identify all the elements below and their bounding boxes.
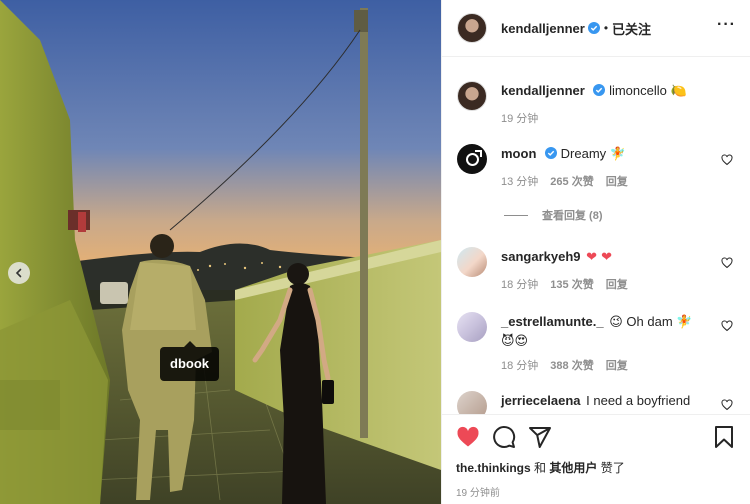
view-replies-button[interactable]: 查看回复 (8): [504, 207, 735, 223]
night-street-scene: [0, 0, 441, 504]
comment-text: Oh dam: [626, 314, 673, 329]
header-separator: •: [603, 21, 609, 35]
comment-likes[interactable]: 265 次赞: [550, 173, 593, 189]
header-username[interactable]: kendalljenner: [501, 21, 585, 36]
avatar[interactable]: [457, 144, 487, 174]
post-header: kendalljenner • 已关注 ···: [442, 0, 750, 57]
lemon-emoji: 🍋: [670, 84, 687, 99]
share-icon[interactable]: [528, 425, 552, 449]
post-side-panel: kendalljenner • 已关注 ··· kendalljenner li…: [441, 0, 750, 504]
post-timestamp[interactable]: 19 分钟前: [456, 484, 736, 499]
comment-username[interactable]: moon: [501, 146, 536, 161]
heart-emoji: ❤ ❤: [586, 250, 613, 265]
more-icon[interactable]: ···: [717, 17, 736, 36]
caption-username[interactable]: kendalljenner: [501, 83, 585, 98]
caption: kendalljenner limoncello 🍋 19 分钟: [457, 81, 735, 126]
comment-username[interactable]: jerriecelaena: [501, 393, 581, 408]
comment-text: I need a boyfriend: [586, 393, 691, 408]
heart-icon[interactable]: [721, 154, 733, 166]
bookmark-icon[interactable]: [712, 425, 736, 449]
caption-time: 19 分钟: [501, 113, 539, 125]
reply-button[interactable]: 回复: [606, 357, 628, 373]
comment-icon[interactable]: [492, 425, 516, 449]
caption-text: limoncello: [609, 83, 667, 98]
view-replies-label: 查看回复 (8): [542, 210, 603, 222]
heart-icon[interactable]: [721, 320, 733, 332]
emoji-line: 😈😍: [501, 334, 529, 349]
avatar[interactable]: [457, 13, 487, 43]
comment-row: _estrellamunte._ 😉 Oh dam 🧚 😈😍 18 分钟 388…: [457, 312, 735, 373]
header-user-info: kendalljenner • 已关注: [501, 19, 717, 38]
comment-username[interactable]: sangarkyeh9: [501, 249, 581, 264]
comments-list[interactable]: kendalljenner limoncello 🍋 19 分钟 moon Dr…: [442, 57, 750, 414]
comment-time: 18 分钟: [501, 360, 539, 372]
avatar[interactable]: [457, 312, 487, 342]
fairy-emoji: 🧚: [676, 315, 693, 330]
comment-likes[interactable]: 135 次赞: [550, 276, 593, 292]
following-button[interactable]: 已关注: [612, 19, 651, 38]
heart-icon[interactable]: [721, 257, 733, 269]
post-actions: the.thinkings 和 其他用户 赞了 19 分钟前: [442, 414, 750, 504]
comment-time: 13 分钟: [501, 176, 539, 188]
avatar[interactable]: [457, 81, 487, 111]
likes-and: 和: [534, 461, 547, 475]
chevron-left-icon: [15, 268, 22, 278]
comment-username[interactable]: _estrellamunte._: [501, 314, 604, 329]
comment-row: sangarkyeh9 ❤ ❤ 18 分钟 135 次赞 回复: [457, 247, 735, 292]
verified-badge-icon: [587, 22, 600, 34]
reply-button[interactable]: 回复: [606, 173, 628, 189]
other-likers-link[interactable]: 其他用户: [549, 461, 597, 475]
verified-badge-icon: [593, 84, 606, 96]
comment-row: moon Dreamy 🧚 13 分钟 265 次赞 回复: [457, 144, 735, 189]
fairy-emoji: 🧚: [609, 147, 626, 162]
comment-text: Dreamy: [560, 146, 607, 161]
liker-username[interactable]: the.thinkings: [456, 461, 531, 475]
prev-photo-button[interactable]: [8, 262, 30, 284]
liked-heart-icon[interactable]: [456, 425, 480, 449]
user-tag[interactable]: dbook: [160, 341, 219, 381]
heart-icon[interactable]: [721, 399, 733, 411]
wink-emoji: 😉: [609, 315, 623, 330]
verified-badge-icon: [545, 147, 558, 159]
avatar[interactable]: [457, 247, 487, 277]
comment-row: jerriecelaena I need a boyfriend: [457, 391, 735, 414]
comment-time: 18 分钟: [501, 279, 539, 291]
likes-suffix: 赞了: [600, 461, 625, 475]
reply-button[interactable]: 回复: [606, 276, 628, 292]
avatar[interactable]: [457, 391, 487, 414]
post-photo[interactable]: dbook: [0, 0, 441, 504]
likes-summary: the.thinkings 和 其他用户 赞了: [456, 459, 736, 476]
comment-likes[interactable]: 388 次赞: [550, 357, 593, 373]
